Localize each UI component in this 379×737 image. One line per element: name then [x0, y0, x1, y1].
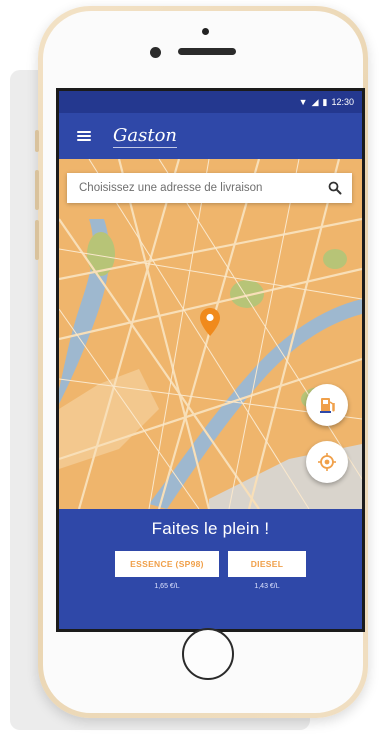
- fuel-pump-icon: [320, 398, 335, 413]
- fuel-option-essence: ESSENCE (SP98) 1,65 €/L: [115, 551, 219, 590]
- fuel-order-panel: Faites le plein ! ESSENCE (SP98) 1,65 €/…: [59, 509, 362, 629]
- volume-up-button: [35, 170, 39, 210]
- search-icon[interactable]: [328, 181, 342, 195]
- fuel-stations-button[interactable]: [306, 384, 348, 426]
- fuel-options: ESSENCE (SP98) 1,65 €/L DIESEL 1,43 €/L: [59, 551, 362, 590]
- diesel-button[interactable]: DIESEL: [228, 551, 306, 577]
- diesel-price: 1,43 €/L: [254, 583, 280, 590]
- app-screen: ▼ ◢ ▮ 12:30 Gaston Choisissez une adress…: [56, 88, 365, 632]
- essence-sp98-button[interactable]: ESSENCE (SP98): [115, 551, 219, 577]
- status-time: 12:30: [331, 97, 354, 107]
- gps-locate-icon: [318, 453, 336, 471]
- app-bar: Gaston: [59, 113, 362, 159]
- stage: ▼ ◢ ▮ 12:30 Gaston Choisissez une adress…: [0, 0, 379, 737]
- map-view[interactable]: Choisissez une adresse de livraison: [59, 159, 362, 509]
- status-bar: ▼ ◢ ▮ 12:30: [59, 91, 362, 113]
- wifi-icon: ▼: [298, 96, 308, 107]
- location-pin-icon[interactable]: [199, 307, 221, 337]
- earpiece-speaker: [178, 48, 236, 55]
- hamburger-menu-icon[interactable]: [77, 131, 91, 141]
- address-search-bar[interactable]: Choisissez une adresse de livraison: [67, 173, 352, 203]
- volume-down-button: [35, 220, 39, 260]
- signal-icon: ◢: [311, 96, 319, 107]
- home-button[interactable]: [182, 628, 234, 680]
- sensor-dot: [202, 28, 209, 35]
- front-camera: [150, 47, 161, 58]
- brand-logo: Gaston: [113, 124, 178, 148]
- panel-title: Faites le plein !: [151, 519, 270, 538]
- battery-icon: ▮: [322, 96, 328, 107]
- my-location-button[interactable]: [306, 441, 348, 483]
- fuel-option-diesel: DIESEL 1,43 €/L: [228, 551, 306, 590]
- mute-switch: [35, 130, 39, 152]
- search-input[interactable]: Choisissez une adresse de livraison: [79, 182, 262, 194]
- essence-price: 1,65 €/L: [154, 583, 180, 590]
